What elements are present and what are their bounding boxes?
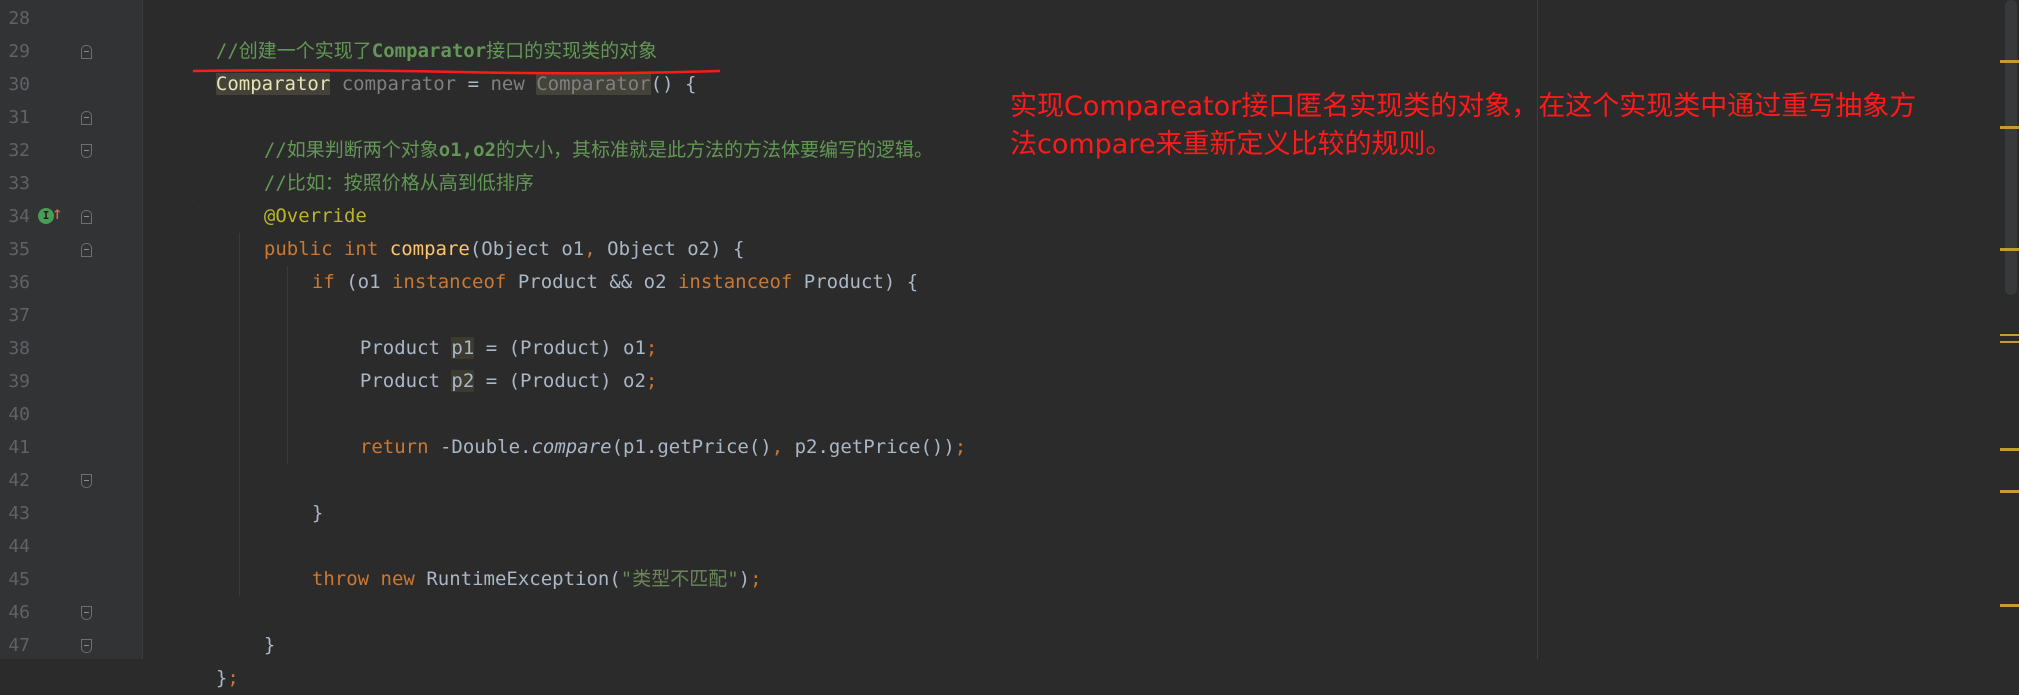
error-stripe-marker[interactable] xyxy=(2000,604,2019,607)
code-line-32: //比如：按照价格从高到低排序 xyxy=(241,134,534,194)
code-text: RuntimeException( xyxy=(414,568,621,590)
line-number: 32 xyxy=(8,140,30,161)
line-number: 35 xyxy=(8,239,30,260)
line-number: 44 xyxy=(8,536,30,557)
line-number: 29 xyxy=(8,41,30,62)
brace: } xyxy=(311,502,324,524)
line-number: 38 xyxy=(8,338,30,359)
line-number: 28 xyxy=(8,8,30,29)
keyword: new xyxy=(380,568,415,590)
line-number: 45 xyxy=(8,569,30,590)
punctuation: ; xyxy=(645,370,658,392)
line-number: 33 xyxy=(8,173,30,194)
override-arrow-icon[interactable]: ↑ xyxy=(52,204,63,224)
error-stripe-marker[interactable] xyxy=(2000,248,2019,251)
line-number: 39 xyxy=(8,371,30,392)
keyword: if xyxy=(311,271,335,293)
annotation-line: 实现Compareator接口匿名实现类的对象，在这个实现类中通过重写抽象方 xyxy=(1010,91,1917,122)
code-line-47: }; xyxy=(193,629,239,689)
fold-marker-icon[interactable] xyxy=(81,144,92,158)
brace: } xyxy=(263,634,276,656)
error-stripe-marker[interactable] xyxy=(2000,60,2019,63)
line-number: 40 xyxy=(8,404,30,425)
annotation-line: 法compare来重新定义比较的规则。 xyxy=(1010,129,1453,160)
code-line-31: //如果判断两个对象o1,o2的大小，其标准就是此方法的方法体要编写的逻辑。 xyxy=(241,101,933,161)
code-text: Product && o2 xyxy=(506,271,678,293)
error-stripe-marker[interactable] xyxy=(2000,448,2019,451)
comment: 的大小，其标准就是此方法的方法体要编写的逻辑。 xyxy=(495,139,933,161)
line-number: 41 xyxy=(8,437,30,458)
punctuation: , xyxy=(771,436,784,458)
line-number: 36 xyxy=(8,272,30,293)
punctuation: ; xyxy=(750,568,762,590)
code-line-40: return -Double.compare(p1.getPrice(), p2… xyxy=(337,398,966,458)
punctuation: ; xyxy=(954,436,967,458)
indent-guide xyxy=(287,266,288,464)
string-literal: "类型不匹配" xyxy=(620,568,739,590)
code-line-46: } xyxy=(241,596,275,656)
code-line-34: public int compare(Object o1, Object o2)… xyxy=(241,200,745,260)
fold-marker-icon[interactable] xyxy=(81,243,92,257)
line-number: 47 xyxy=(8,635,30,656)
code-line-37: Product p1 = (Product) o1; xyxy=(337,299,657,359)
indent-guide xyxy=(239,233,240,596)
line-number: 43 xyxy=(8,503,30,524)
method-name[interactable]: compare xyxy=(531,436,611,458)
punctuation: ; xyxy=(227,667,239,689)
brace: } xyxy=(215,667,228,689)
keyword: new xyxy=(490,73,525,95)
variable[interactable]: comparator xyxy=(342,73,456,95)
code-line-44: throw new RuntimeException("类型不匹配"); xyxy=(289,530,762,590)
code-text: (o1 xyxy=(334,271,392,293)
fold-marker-icon[interactable] xyxy=(81,111,92,125)
line-number: 42 xyxy=(8,470,30,491)
code-text: Product) { xyxy=(792,271,919,293)
code-line-42: } xyxy=(289,464,323,524)
code-text: p2.getPrice()) xyxy=(783,436,955,458)
keyword: instanceof xyxy=(677,271,793,293)
code-line-35: if (o1 instanceof Product && o2 instance… xyxy=(289,233,918,293)
code-text: = (Product) o2 xyxy=(474,370,646,392)
code-text: -Double. xyxy=(428,436,532,458)
code-line-29: Comparator comparator = new Comparator()… xyxy=(193,35,696,95)
keyword: return xyxy=(359,436,429,458)
line-number: 34 xyxy=(8,206,30,227)
operator: = xyxy=(456,73,491,95)
line-number: 46 xyxy=(8,602,30,623)
type-identifier[interactable]: Comparator xyxy=(215,73,331,95)
code-text: ) xyxy=(738,568,751,590)
code-line-38: Product p2 = (Product) o2; xyxy=(337,332,657,392)
red-annotation-note: 实现Compareator接口匿名实现类的对象，在这个实现类中通过重写抽象方 法… xyxy=(1010,88,2010,164)
fold-marker-icon[interactable] xyxy=(81,606,92,620)
code-line-33: @Override xyxy=(241,167,367,227)
indent-guide xyxy=(193,200,194,201)
fold-marker-icon[interactable] xyxy=(81,639,92,653)
keyword: throw xyxy=(311,568,370,590)
fold-marker-icon[interactable] xyxy=(81,474,92,488)
code-text: () { xyxy=(650,73,697,95)
keyword: instanceof xyxy=(391,271,507,293)
gutter-divider xyxy=(142,0,143,659)
code-text: Product xyxy=(359,370,452,392)
variable[interactable]: p2 xyxy=(451,370,475,392)
fold-marker-icon[interactable] xyxy=(81,210,92,224)
error-stripe-marker[interactable] xyxy=(2000,334,2019,336)
red-underline xyxy=(193,68,720,75)
type-identifier[interactable]: Comparator xyxy=(536,73,651,95)
code-text: (p1.getPrice() xyxy=(611,436,772,458)
line-number: 30 xyxy=(8,74,30,95)
error-stripe-marker[interactable] xyxy=(2000,490,2019,493)
line-number: 37 xyxy=(8,305,30,326)
code-line-28: //创建一个实现了Comparator接口的实现类的对象 xyxy=(193,2,657,62)
error-stripe-marker[interactable] xyxy=(2000,126,2019,129)
line-number: 31 xyxy=(8,107,30,128)
error-stripe-marker[interactable] xyxy=(2000,341,2019,343)
fold-marker-icon[interactable] xyxy=(81,45,92,59)
